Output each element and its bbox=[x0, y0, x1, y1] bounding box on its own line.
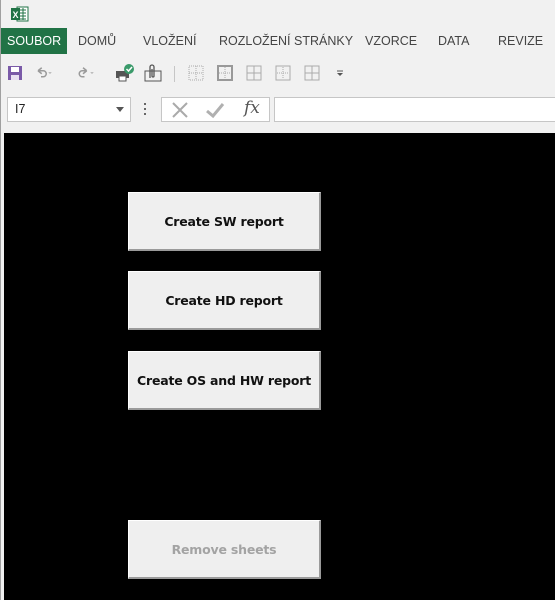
tab-revize[interactable]: REVIZE bbox=[498, 28, 543, 54]
tab-domu[interactable]: DOMŮ bbox=[78, 28, 116, 54]
save-icon[interactable] bbox=[6, 64, 24, 82]
name-box[interactable]: I7 bbox=[7, 97, 131, 122]
create-hd-report-button[interactable]: Create HD report bbox=[128, 271, 321, 330]
redo-icon[interactable] bbox=[77, 64, 95, 82]
chevron-down-icon[interactable] bbox=[116, 107, 124, 112]
worksheet-area[interactable]: Create SW report Create HD report Create… bbox=[4, 133, 555, 600]
borders-grid-icon[interactable] bbox=[303, 64, 321, 82]
formula-row: I7 fx bbox=[1, 97, 555, 125]
cancel-icon[interactable] bbox=[169, 100, 191, 120]
formula-buttons: fx bbox=[161, 97, 270, 122]
tab-vlozeni[interactable]: VLOŽENÍ bbox=[143, 28, 197, 54]
borders-none-icon[interactable] bbox=[187, 64, 205, 82]
svg-text:X: X bbox=[13, 10, 19, 20]
attach-icon[interactable] bbox=[144, 64, 162, 82]
print-check-icon[interactable] bbox=[115, 64, 135, 82]
formula-input[interactable] bbox=[274, 97, 555, 122]
create-sw-report-button[interactable]: Create SW report bbox=[128, 192, 321, 251]
enter-check-icon[interactable] bbox=[204, 100, 226, 120]
tab-rozlozeni-stranky[interactable]: ROZLOŽENÍ STRÁNKY bbox=[219, 28, 353, 54]
excel-window: X SOUBOR DOMŮ VLOŽENÍ ROZLOŽENÍ STRÁNKY … bbox=[0, 0, 555, 600]
tab-soubor[interactable]: SOUBOR bbox=[1, 28, 68, 54]
resize-handle-icon[interactable] bbox=[144, 103, 147, 117]
borders-inside-icon[interactable] bbox=[274, 64, 292, 82]
title-bar: X bbox=[1, 0, 555, 28]
toolbar-separator bbox=[174, 66, 175, 82]
ribbon-tabs: SOUBOR DOMŮ VLOŽENÍ ROZLOŽENÍ STRÁNKY VZ… bbox=[1, 28, 555, 54]
create-os-hw-report-button[interactable]: Create OS and HW report bbox=[128, 351, 321, 410]
excel-icon: X bbox=[11, 6, 29, 22]
quick-access-toolbar bbox=[1, 60, 555, 86]
tab-data[interactable]: DATA bbox=[438, 28, 469, 54]
customize-dropdown-icon[interactable] bbox=[334, 64, 346, 82]
name-box-value: I7 bbox=[15, 102, 26, 116]
insert-function-icon[interactable]: fx bbox=[244, 98, 260, 118]
tab-vzorce[interactable]: VZORCE bbox=[365, 28, 417, 54]
borders-all-icon[interactable] bbox=[245, 64, 263, 82]
borders-outside-icon[interactable] bbox=[216, 64, 234, 82]
undo-icon[interactable] bbox=[35, 64, 53, 82]
remove-sheets-button[interactable]: Remove sheets bbox=[128, 520, 321, 579]
